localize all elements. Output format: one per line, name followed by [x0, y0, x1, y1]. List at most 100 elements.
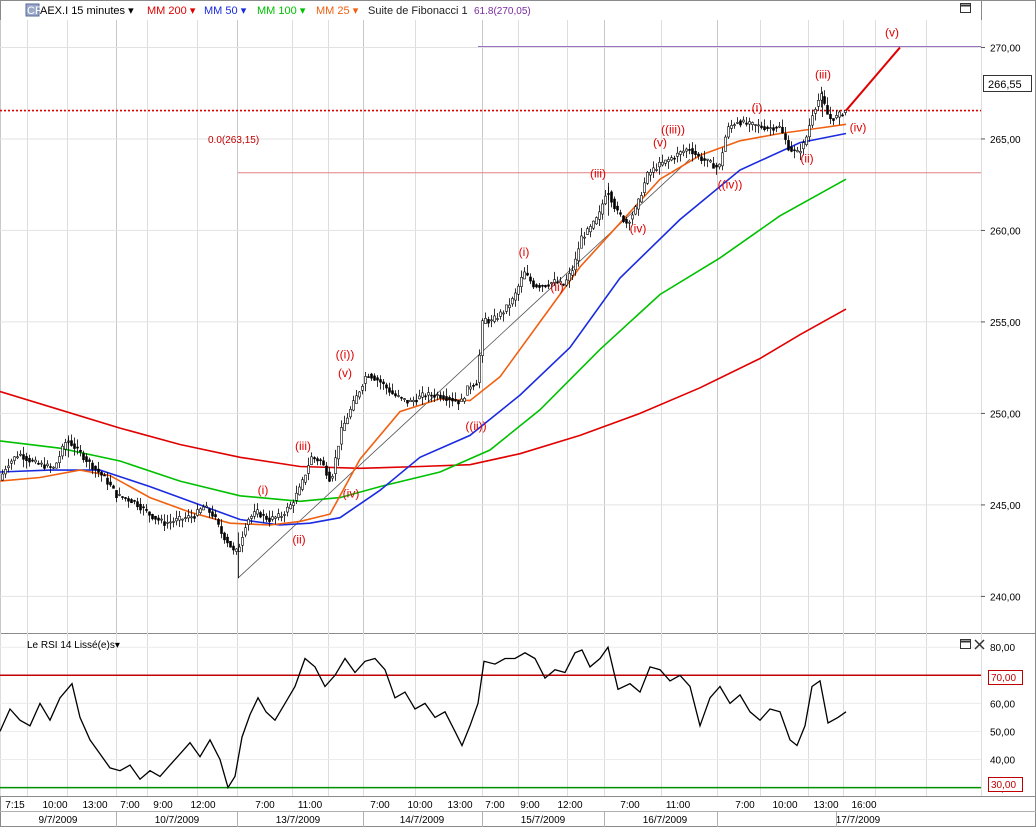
candle-body — [538, 285, 541, 288]
candle-body — [259, 512, 262, 518]
candle-body — [568, 273, 571, 282]
candle-body — [118, 494, 121, 496]
candle-body — [136, 501, 139, 508]
candle-body — [121, 496, 124, 498]
time-tick-label: 9:00 — [520, 800, 540, 811]
time-tick-label: 9:00 — [153, 800, 173, 811]
candle-body — [706, 158, 709, 161]
time-tick-label: 13:00 — [82, 800, 107, 811]
candle-body — [565, 279, 568, 286]
legend-mm200[interactable]: MM 200 ▾ — [147, 5, 196, 17]
candle-body — [316, 458, 319, 462]
time-tick-label: 7:00 — [485, 800, 505, 811]
candle-body — [634, 206, 637, 215]
candle-body — [235, 548, 238, 552]
wave-label: (iv) — [630, 221, 647, 235]
candle-body — [502, 312, 505, 315]
legend-fibonacci[interactable]: Suite de Fibonacci 1 — [368, 5, 468, 17]
candle-body — [37, 462, 40, 465]
candle-body — [358, 391, 361, 398]
wave-label: (iii) — [815, 68, 831, 82]
symbol-label[interactable]: AEX.I 15 minutes ▾ — [40, 5, 134, 17]
candle-body — [487, 319, 490, 324]
time-tick-label: 16:00 — [851, 800, 876, 811]
candle-body — [454, 399, 457, 402]
candle-body — [739, 120, 742, 126]
candle-body — [256, 509, 259, 515]
candle-body — [754, 124, 757, 126]
legend-mm100[interactable]: MM 100 ▾ — [257, 5, 306, 17]
candle-body — [133, 500, 136, 502]
candle-body — [7, 465, 10, 469]
candle-body — [328, 471, 331, 482]
legend-mm25[interactable]: MM 25 ▾ — [316, 5, 359, 17]
candle-body — [106, 477, 109, 485]
candle-body — [520, 277, 523, 287]
wave-label: (v) — [338, 366, 352, 380]
wave-label: (i) — [258, 483, 269, 497]
candle-body — [154, 515, 157, 520]
candle-body — [217, 519, 220, 525]
candle-body — [517, 285, 520, 295]
candle-body — [223, 532, 226, 541]
candle-body — [763, 126, 766, 130]
candle-body — [190, 516, 193, 519]
candle-body — [343, 422, 346, 431]
candle-body — [757, 124, 760, 127]
time-tick-label: 12:00 — [557, 800, 582, 811]
candle-body — [823, 96, 826, 104]
candle-body — [682, 150, 685, 154]
candle-body — [331, 476, 334, 479]
candle-body — [460, 398, 463, 402]
candle-body — [505, 304, 508, 312]
time-tick-label: 10:00 — [407, 800, 432, 811]
candle-body — [442, 395, 445, 400]
time-tick-label: 7:00 — [255, 800, 275, 811]
time-tick-label: 7:00 — [120, 800, 140, 811]
candle-body — [526, 272, 529, 276]
candle-body — [52, 466, 55, 469]
candle-body — [535, 284, 538, 288]
candle-body — [496, 318, 499, 320]
candle-body — [832, 118, 835, 121]
rsi-title[interactable]: Le RSI 14 Lissé(e)s▾ — [27, 640, 120, 651]
candle-body — [286, 506, 289, 513]
candle-body — [457, 400, 460, 405]
candle-body — [769, 127, 772, 129]
candle-body — [211, 511, 214, 517]
candle-body — [688, 149, 691, 151]
candle-body — [307, 465, 310, 474]
candle-body — [241, 537, 244, 546]
candle-body — [400, 397, 403, 399]
candle-body — [193, 516, 196, 519]
candle-body — [652, 167, 655, 173]
candle-body — [43, 464, 46, 469]
time-tick-label: 10:00 — [42, 800, 67, 811]
candle-body — [670, 157, 673, 161]
candle-body — [751, 122, 754, 125]
candle-body — [658, 161, 661, 168]
candle-body — [319, 459, 322, 462]
candle-body — [94, 465, 97, 470]
candle-body — [421, 392, 424, 398]
candle-body — [109, 481, 112, 486]
time-tick-label: 13:00 — [447, 800, 472, 811]
candle-body — [589, 226, 592, 233]
candle-body — [115, 490, 118, 498]
candle-body — [664, 159, 667, 164]
time-tick-label: 11:00 — [298, 800, 323, 811]
rsi-tick-label: 50,00 — [990, 727, 1015, 738]
candle-body — [244, 527, 247, 536]
legend-mm50[interactable]: MM 50 ▾ — [204, 5, 247, 17]
candle-body — [433, 394, 436, 398]
candle-body — [694, 150, 697, 155]
candle-body — [604, 195, 607, 205]
candle-body — [169, 521, 172, 524]
candle-body — [379, 379, 382, 383]
candle-body — [541, 285, 544, 287]
candle-body — [826, 105, 829, 115]
candle-body — [430, 394, 433, 397]
candle-body — [700, 156, 703, 162]
candle-body — [4, 469, 7, 475]
candle-body — [631, 214, 634, 220]
